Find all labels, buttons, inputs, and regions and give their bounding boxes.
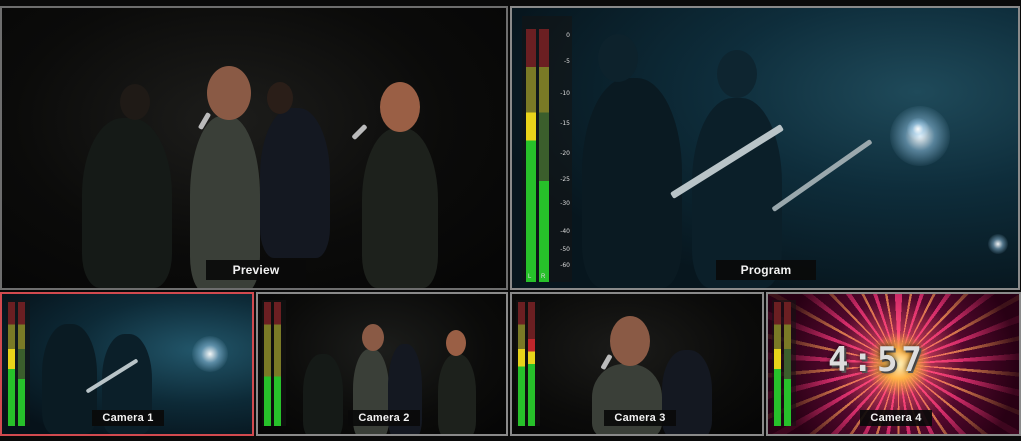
camera-2-monitor[interactable]: Camera 2 — [256, 292, 508, 436]
meter-channel-label: L — [528, 274, 532, 280]
meter-scale-label: -50 — [560, 246, 570, 253]
singer-silhouette — [260, 108, 330, 258]
program-monitor[interactable]: 0 -5 -10 -15 -20 -25 -30 -40 -50 -60 L R… — [510, 6, 1020, 290]
microphone — [351, 123, 368, 141]
meter-scale-label: 0 — [566, 32, 570, 39]
meter-scale-label: -15 — [560, 120, 570, 127]
guitarist-silhouette — [42, 324, 97, 434]
meter-bar-left — [526, 29, 536, 282]
meter-bar-left — [518, 302, 525, 426]
stage-light — [988, 234, 1008, 254]
meter-bar-right — [18, 302, 25, 426]
singer-silhouette — [438, 354, 476, 434]
meter-scale-label: -20 — [560, 150, 570, 157]
camera-4-audio-meter — [772, 300, 796, 426]
singer-head — [380, 82, 420, 132]
camera-3-label: Camera 3 — [604, 410, 676, 426]
meter-scale-label: -25 — [560, 176, 570, 183]
camera-1-audio-meter — [6, 300, 30, 426]
meter-scale-label: -30 — [560, 200, 570, 207]
camera-4-monitor[interactable]: 4:57 Camera 4 — [766, 292, 1021, 436]
meter-bar-right — [528, 302, 535, 426]
singer-silhouette — [82, 118, 172, 288]
meter-bar-right — [784, 302, 791, 426]
countdown-timer: 4:57 — [828, 340, 926, 380]
preview-label: Preview — [206, 260, 306, 280]
singer-head — [207, 66, 251, 120]
meter-scale-label: -60 — [560, 262, 570, 269]
singer-head — [610, 316, 650, 366]
guitarist-head — [598, 34, 638, 82]
singer-head — [267, 82, 293, 114]
meter-bar-left — [8, 302, 15, 426]
program-video — [512, 8, 1018, 288]
guitarist-silhouette — [582, 78, 682, 288]
stage-light — [907, 118, 929, 140]
meter-scale-label: -5 — [564, 58, 570, 65]
singer-head — [362, 324, 384, 351]
camera-1-label: Camera 1 — [92, 410, 164, 426]
stage-light — [192, 336, 228, 372]
camera-1-monitor[interactable]: Camera 1 — [0, 292, 254, 436]
preview-video — [2, 8, 506, 288]
meter-bar-right — [274, 302, 281, 426]
camera-4-label: Camera 4 — [860, 410, 932, 426]
camera-2-audio-meter — [262, 300, 286, 426]
camera-3-audio-meter — [516, 300, 540, 426]
guitarist-head — [717, 50, 757, 98]
meter-scale-label: -40 — [560, 228, 570, 235]
singer-head — [446, 330, 466, 356]
program-audio-meter: 0 -5 -10 -15 -20 -25 -30 -40 -50 -60 L R — [522, 16, 572, 282]
program-label: Program — [716, 260, 816, 280]
meter-bar-left — [774, 302, 781, 426]
guitar-neck — [771, 139, 873, 212]
camera-2-label: Camera 2 — [348, 410, 420, 426]
meter-bar-left — [264, 302, 271, 426]
singer-silhouette — [303, 354, 343, 434]
meter-bar-right — [539, 29, 549, 282]
meter-channel-label: R — [541, 274, 546, 280]
singer-silhouette — [362, 128, 438, 288]
meter-scale-label: -10 — [560, 90, 570, 97]
preview-monitor[interactable]: Preview — [0, 6, 508, 290]
singer-head — [120, 84, 150, 120]
camera-3-monitor[interactable]: Camera 3 — [510, 292, 764, 436]
